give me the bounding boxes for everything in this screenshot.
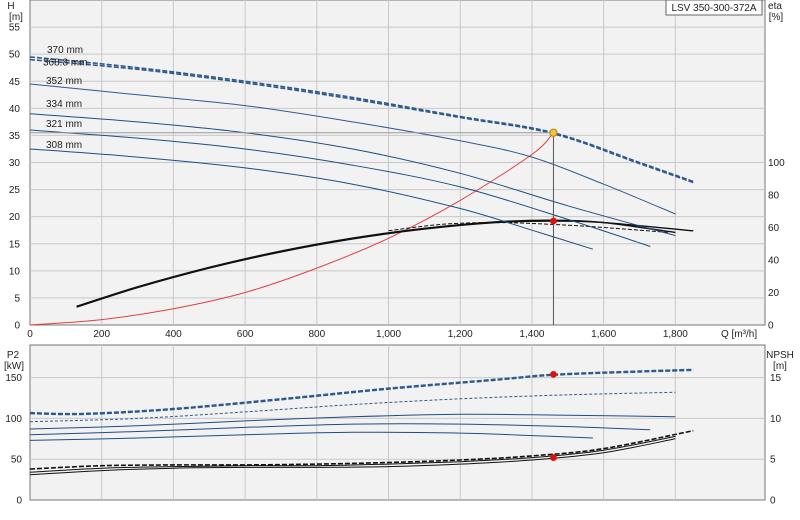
impeller-diameter-label: 308 mm — [46, 140, 82, 151]
x-tick-label: 800 — [308, 329, 325, 340]
impeller-diameter-label: 352 mm — [46, 76, 82, 87]
upper-y-tick-labels: 0 5 10 15 20 25 30 35 40 45 50 55 — [9, 23, 21, 332]
pump-performance-chart: 0 200 400 600 800 1,000 1,200 1,400 1,600 1,800 0… — [4, 0, 794, 507]
y-right-tick-label-eta: 60 — [768, 223, 780, 234]
lower-y-tick-labels: 0 50 100 150 — [5, 373, 22, 506]
duty-point-npsh-marker — [550, 454, 557, 461]
x-tick-label: 200 — [93, 329, 110, 340]
duty-point-head-marker — [549, 128, 558, 137]
duty-point-eta-marker — [550, 217, 557, 225]
y-right-tick-label-eta: 40 — [768, 256, 780, 267]
x-tick-label: 1,600 — [591, 329, 616, 340]
chart-title: LSV 350-300-372A — [671, 3, 756, 14]
y-right-tick-label-npsh: 5 — [770, 455, 776, 466]
lower-y-right-tick-labels: 0 5 10 15 — [770, 373, 782, 506]
x-axis-label: Q [m³/h] — [721, 329, 757, 340]
y-tick-label-p2: 50 — [11, 455, 23, 466]
impeller-diameter-label: 334 mm — [46, 99, 82, 110]
x-tick-label: 1,000 — [376, 329, 401, 340]
impeller-diameter-label: 368.8 mm — [43, 58, 87, 69]
lower-plot-background — [29, 344, 766, 501]
y-tick-label-head: 10 — [9, 266, 21, 277]
y-right-tick-label-eta: 100 — [768, 158, 785, 169]
y-tick-label-head: 20 — [9, 212, 21, 223]
y-tick-label-p2: 100 — [5, 414, 22, 425]
y-tick-label-head: 15 — [9, 239, 21, 250]
x-tick-label: 1,800 — [663, 329, 688, 340]
y-right-tick-label-npsh: 15 — [770, 373, 782, 384]
x-tick-label: 0 — [27, 329, 33, 340]
impeller-diameter-label: 370 mm — [47, 45, 83, 56]
y-tick-label-head: 35 — [9, 131, 21, 142]
y-right-axis-label-eta: eta — [768, 1, 782, 12]
y-right-tick-label-eta: 0 — [768, 321, 774, 332]
y-tick-label-p2: 0 — [16, 496, 22, 507]
y-right-tick-label-eta: 80 — [768, 191, 780, 202]
upper-y-right-tick-labels: 0 20 40 60 80 100 — [768, 158, 785, 332]
impeller-diameter-label: 321 mm — [46, 119, 82, 130]
x-tick-label: 1,200 — [448, 329, 473, 340]
x-tick-label: 600 — [237, 329, 254, 340]
upper-x-tick-labels: 0 200 400 600 800 1,000 1,200 1,400 1,600 1,800 — [27, 329, 688, 340]
y-right-tick-label-npsh: 10 — [770, 414, 782, 425]
y-right-axis-unit-eta: [%] — [769, 12, 784, 23]
y-axis-label-head: H — [7, 1, 14, 12]
lower-plot: 0 50 100 150 0 5 10 15 P2 [kW] NPSH [m] — [4, 344, 794, 507]
y-tick-label-head: 55 — [9, 23, 21, 34]
y-axis-unit-p2: [kW] — [4, 361, 24, 372]
y-right-axis-unit-npsh: [m] — [773, 361, 787, 372]
y-axis-unit-head: [m] — [9, 12, 23, 23]
y-right-tick-label-eta: 20 — [768, 288, 780, 299]
x-tick-label: 400 — [165, 329, 182, 340]
y-tick-label-head: 5 — [14, 293, 20, 304]
y-tick-label-head: 40 — [9, 104, 21, 115]
y-right-tick-label-npsh: 0 — [770, 496, 776, 507]
y-tick-label-head: 0 — [14, 321, 20, 332]
y-tick-label-p2: 150 — [5, 373, 22, 384]
x-tick-label: 1,400 — [519, 329, 544, 340]
y-tick-label-head: 30 — [9, 158, 21, 169]
y-axis-label-p2: P2 — [7, 350, 20, 361]
y-right-axis-label-npsh: NPSH — [766, 350, 794, 361]
y-tick-label-head: 25 — [9, 185, 21, 196]
y-tick-label-head: 45 — [9, 77, 21, 88]
y-tick-label-head: 50 — [9, 50, 21, 61]
upper-plot: 0 200 400 600 800 1,000 1,200 1,400 1,600 1,800 0… — [7, 0, 785, 340]
duty-point-power-marker — [550, 370, 557, 378]
